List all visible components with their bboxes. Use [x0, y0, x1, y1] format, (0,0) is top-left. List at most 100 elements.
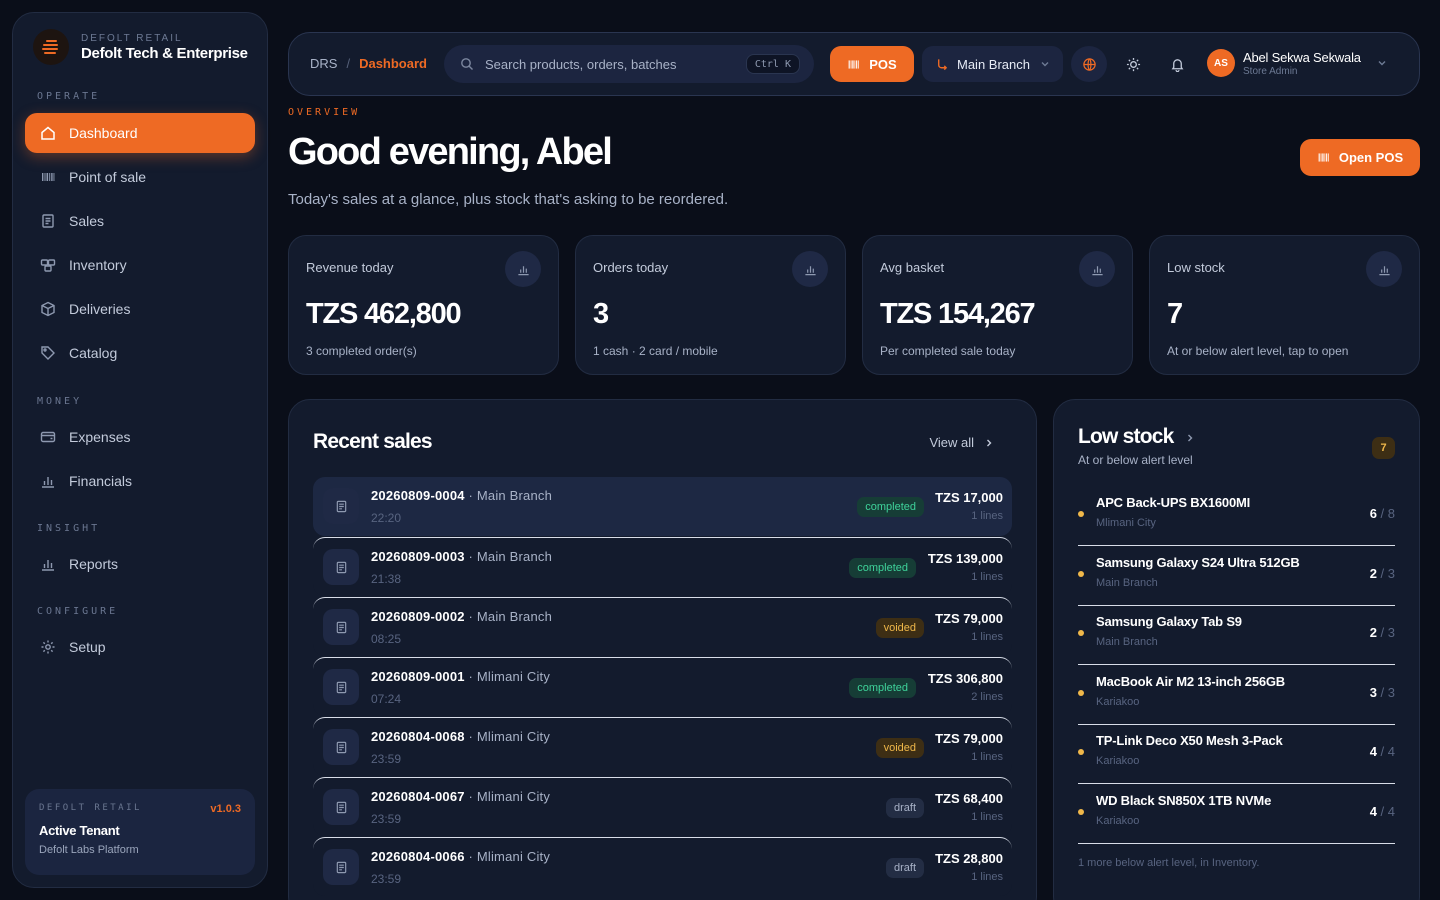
- sidebar-item-label: Dashboard: [69, 125, 138, 141]
- sidebar-item-expenses[interactable]: Expenses: [25, 417, 255, 457]
- sidebar-item-label: Deliveries: [69, 301, 131, 317]
- barcode-icon: [848, 59, 859, 69]
- language-button[interactable]: [1071, 46, 1107, 82]
- item-name: Samsung Galaxy S24 Ultra 512GB: [1096, 554, 1300, 570]
- branch-select[interactable]: Main Branch: [922, 46, 1063, 82]
- status-badge: completed: [849, 678, 916, 698]
- item-location: Kariakoo: [1096, 695, 1140, 708]
- status-badge: voided: [875, 738, 924, 758]
- notifications-button[interactable]: [1159, 46, 1195, 82]
- bar-chart-icon: [42, 560, 54, 571]
- bar-chart-icon: [1079, 251, 1115, 287]
- stat-value: TZS 462,800: [306, 298, 462, 330]
- view-all-link[interactable]: View all: [929, 435, 994, 450]
- status-dot: [1078, 749, 1084, 756]
- stat-label: Low stock: [1167, 260, 1225, 275]
- list-item[interactable]: Samsung Galaxy S24 Ultra 512GB Main Branc…: [1078, 546, 1395, 606]
- table-row[interactable]: 20260809-0004 · Main Branch 22:20 complete…: [313, 477, 1012, 536]
- open-pos-label: Open POS: [1338, 150, 1404, 165]
- list-item[interactable]: Samsung Galaxy Tab S9 Main Branch 2 / 3: [1078, 605, 1395, 666]
- stat-card-low-stock[interactable]: Low stock 7 At or below alert level, tap…: [1149, 235, 1420, 375]
- table-row[interactable]: 20260809-0003 · Main Branch 21:38 complete…: [313, 537, 1012, 596]
- sidebar-item-label: Expenses: [69, 429, 131, 445]
- breadcrumb-current: Dashboard: [359, 56, 427, 71]
- stat-value: 3: [593, 298, 609, 330]
- gear-icon: [41, 640, 55, 654]
- topbar: DRS / Dashboard Search products, orders,…: [288, 32, 1420, 96]
- sidebar-item-reports[interactable]: Reports: [25, 544, 255, 584]
- table-row[interactable]: 20260809-0001 · Mlimani City 07:24 complet…: [313, 657, 1012, 716]
- table-row[interactable]: 20260804-0068 · Mlimani City 23:59 voided T…: [313, 717, 1012, 776]
- sidebar-item-inventory[interactable]: Inventory: [25, 245, 255, 285]
- list-item[interactable]: WD Black SN850X 1TB NVMe Kariakoo 4 / 4: [1078, 784, 1395, 844]
- pos-button[interactable]: POS: [830, 46, 914, 82]
- sidebar-item-sales[interactable]: Sales: [25, 201, 255, 241]
- sale-id: 20260809-0002 · Main Branch: [371, 609, 553, 624]
- stat-note: Per completed sale today: [880, 344, 1016, 358]
- brand[interactable]: DEFOLT RETAIL Defolt Tech & Enterprise: [33, 29, 248, 65]
- sidebar-item-financials[interactable]: Financials: [25, 461, 255, 501]
- sale-amount: TZS 79,000: [935, 611, 1003, 626]
- sale-lines: 1 lines: [971, 751, 1003, 763]
- stat-note: 1 cash · 2 card / mobile: [593, 344, 718, 358]
- sale-time: 23:59: [371, 872, 402, 886]
- tenant-kicker: DEFOLT RETAIL: [39, 803, 142, 813]
- item-name: TP-Link Deco X50 Mesh 3-Pack: [1096, 733, 1283, 749]
- panel-subtitle: At or below alert level: [1078, 453, 1193, 467]
- item-name: WD Black SN850X 1TB NVMe: [1096, 793, 1272, 808]
- list-item[interactable]: TP-Link Deco X50 Mesh 3-Pack Kariakoo 4 / …: [1078, 724, 1395, 785]
- status-dot: [1078, 689, 1084, 696]
- status-dot: [1078, 809, 1084, 815]
- stat-note: 3 completed order(s): [306, 344, 417, 358]
- barcode-icon: [1318, 153, 1329, 162]
- section-label-configure: CONFIGURE: [37, 606, 119, 617]
- sidebar-item-setup[interactable]: Setup: [25, 627, 255, 667]
- section-label-insight: INSIGHT: [37, 523, 101, 534]
- receipt-icon: [323, 488, 359, 524]
- list-item[interactable]: MacBook Air M2 13-inch 256GB Kariakoo 3 / …: [1078, 665, 1395, 725]
- sale-branch: · Main Branch: [464, 609, 553, 624]
- low-stock-panel: Low stock At or below alert level 7 APC …: [1053, 399, 1420, 900]
- stat-label: Avg basket: [880, 260, 945, 275]
- tenant-card[interactable]: DEFOLT RETAIL v1.0.3 Active Tenant Defol…: [25, 789, 255, 875]
- receipt-icon: [323, 789, 359, 825]
- sale-time: 21:38: [371, 572, 402, 586]
- status-badge: completed: [857, 497, 924, 517]
- user-role: Store Admin: [1243, 65, 1298, 77]
- status-dot: [1078, 630, 1084, 637]
- theme-toggle-button[interactable]: [1115, 46, 1151, 82]
- item-qty: 2 / 3: [1369, 565, 1395, 581]
- open-pos-button[interactable]: Open POS: [1300, 139, 1420, 176]
- sale-amount: TZS 28,800: [935, 851, 1003, 866]
- panel-title[interactable]: Low stock: [1078, 425, 1174, 449]
- search-input[interactable]: Search products, orders, batches Ctrl K: [444, 45, 814, 83]
- sale-amount: TZS 306,800: [927, 671, 1003, 686]
- item-qty: 2 / 3: [1369, 625, 1395, 641]
- stat-note: At or below alert level, tap to open: [1167, 344, 1349, 358]
- tenant-platform: Defolt Labs Platform: [39, 844, 139, 856]
- receipt-icon: [323, 609, 359, 645]
- item-location: Kariakoo: [1096, 815, 1140, 827]
- table-row[interactable]: 20260809-0002 · Main Branch 08:25 voided TZ…: [313, 597, 1012, 656]
- sale-time: 22:20: [371, 511, 402, 525]
- receipt-icon: [323, 729, 359, 765]
- item-location: Main Branch: [1096, 576, 1158, 589]
- sidebar-item-label: Financials: [69, 473, 133, 489]
- search-placeholder: Search products, orders, batches: [485, 56, 677, 72]
- sidebar-item-pos[interactable]: Point of sale: [25, 157, 255, 197]
- search-shortcut: Ctrl K: [745, 54, 800, 74]
- chevron-right-icon: [987, 439, 992, 446]
- table-row[interactable]: 20260804-0066 · Mlimani City 23:59 draft TZ…: [313, 837, 1012, 896]
- user-menu[interactable]: AS Abel Sekwa Sekwala Store Admin: [1207, 49, 1387, 77]
- sidebar-item-catalog[interactable]: Catalog: [25, 333, 255, 373]
- list-item[interactable]: APC Back-UPS BX1600MI Mlimani City 6 / 8: [1078, 486, 1395, 546]
- chevron-down-icon: [1041, 62, 1049, 67]
- sidebar-item-deliveries[interactable]: Deliveries: [25, 289, 255, 329]
- table-row[interactable]: 20260804-0067 · Mlimani City 23:59 draft TZ…: [313, 777, 1012, 836]
- breadcrumb-root[interactable]: DRS: [310, 56, 337, 71]
- item-name: APC Back-UPS BX1600MI: [1096, 495, 1251, 510]
- item-qty: 4 / 4: [1369, 744, 1395, 760]
- status-dot: [1078, 511, 1084, 517]
- sidebar-item-dashboard[interactable]: Dashboard: [25, 113, 255, 153]
- sale-branch: · Mlimani City: [464, 729, 551, 744]
